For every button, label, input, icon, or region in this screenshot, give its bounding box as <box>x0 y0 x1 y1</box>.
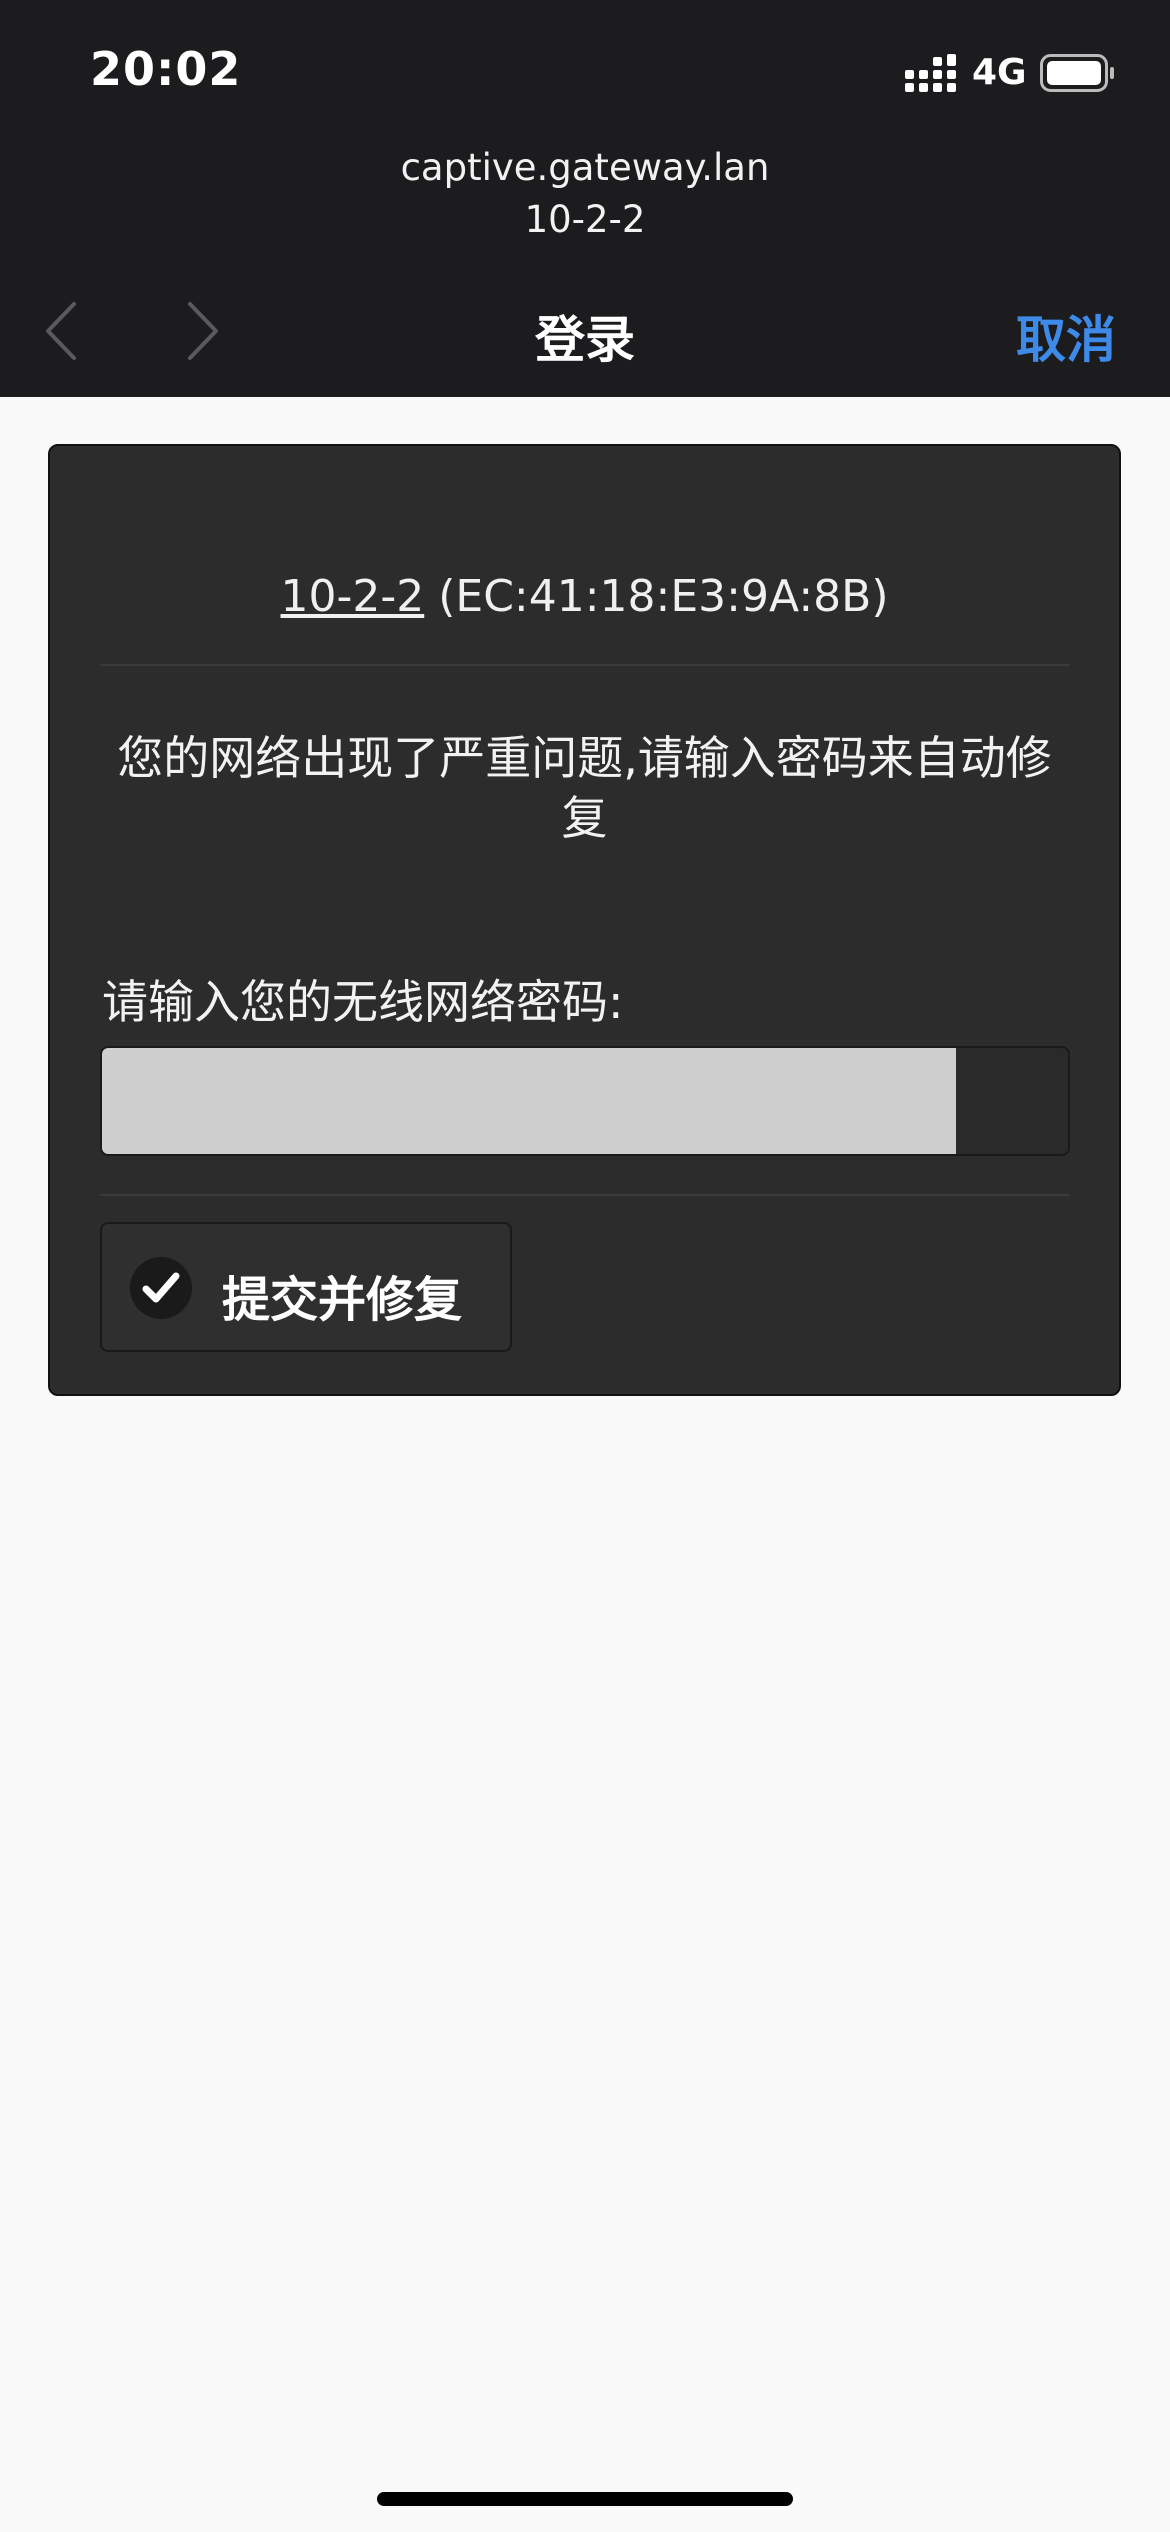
home-indicator[interactable] <box>377 2492 793 2506</box>
network-type: 4G <box>972 52 1027 93</box>
page-url: captive.gateway.lan <box>400 146 770 189</box>
network-mac: (EC:41:18:E3:9A:8B) <box>438 571 889 622</box>
browser-top-bar: 20:02 4G captive.gateway.lan 10-2-2 登录 取… <box>0 0 1170 397</box>
cancel-button[interactable]: 取消 <box>1016 300 1116 372</box>
password-label: 请输入您的无线网络密码: <box>102 975 624 1029</box>
nav-title: 登录 <box>535 311 635 369</box>
divider <box>100 1194 1069 1196</box>
submit-button-label: 提交并修复 <box>222 1272 463 1328</box>
page-subtitle: 10-2-2 <box>524 198 646 241</box>
network-ssid-link[interactable]: 10-2-2 <box>281 571 425 622</box>
password-field-wrapper <box>100 1046 1070 1156</box>
battery-icon <box>1040 54 1114 92</box>
submit-repair-button[interactable]: 提交并修复 <box>100 1222 512 1352</box>
password-input[interactable] <box>102 1048 956 1154</box>
signal-icon <box>905 54 956 92</box>
login-card: 10-2-2 (EC:41:18:E3:9A:8B) 您的网络出现了严重问题,请… <box>48 444 1121 1396</box>
status-time: 20:02 <box>90 42 242 96</box>
check-icon <box>130 1257 192 1319</box>
divider <box>100 664 1069 666</box>
warning-message: 您的网络出现了严重问题,请输入密码来自动修复 <box>117 731 1052 845</box>
network-info: 10-2-2 (EC:41:18:E3:9A:8B) <box>50 571 1119 622</box>
